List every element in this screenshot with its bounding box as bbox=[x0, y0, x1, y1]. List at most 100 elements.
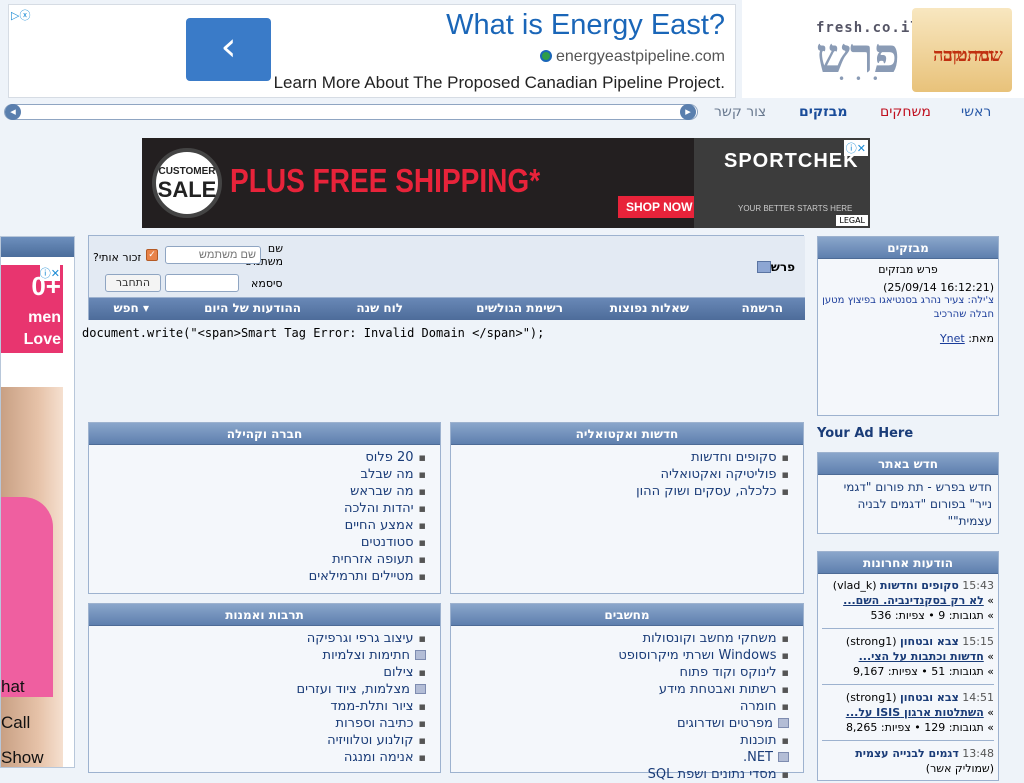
latest-post: 14:51 צבא ובטחון (strong1) » השתלטות ארג… bbox=[822, 690, 994, 741]
ad-domain[interactable]: energyeastpipeline.com bbox=[540, 48, 725, 66]
sportchek-banner-ad[interactable]: CUSTOMER SALE PLUS FREE SHIPPING* SHOP NO… bbox=[142, 138, 870, 228]
flash-source-label: מאת: bbox=[968, 332, 994, 345]
sale-badge: CUSTOMER SALE bbox=[152, 148, 222, 218]
holiday-greeting-badge: שנה טובה ומתוקה bbox=[912, 8, 1012, 92]
forum-tabs: הרשמה שאלות נפוצות רשימת הגולשים לוח שנה… bbox=[89, 298, 805, 320]
forum-link[interactable]: ▪לינוקס וקוד פתוח bbox=[451, 664, 789, 681]
forum-home-icon bbox=[756, 261, 771, 273]
site-header-logo[interactable]: fresh.co.il פרש • • • שנה טובה ומתוקה bbox=[742, 0, 1024, 98]
ad-close-icon[interactable]: ⓘ✕ bbox=[843, 140, 868, 156]
post-user[interactable]: (שמוליק אשר) bbox=[822, 761, 994, 776]
brand-tagline: YOUR BETTER STARTS HERE bbox=[738, 204, 853, 213]
tab-members-list[interactable]: רשימת הגולשים bbox=[476, 301, 563, 315]
password-input[interactable] bbox=[165, 274, 239, 292]
forum-link[interactable]: ▪רשתות ואבטחת מידע bbox=[451, 681, 789, 698]
subforum-link[interactable]: מצלמות, ציוד ועזרים bbox=[89, 681, 426, 698]
forum-link[interactable]: ▪מה שבלב bbox=[89, 466, 426, 483]
left-ad-choices-icon[interactable]: ⓘ✕ bbox=[39, 265, 60, 281]
your-ad-here-link[interactable]: Your Ad Here bbox=[817, 426, 913, 441]
sale-badge-top: CUSTOMER bbox=[158, 166, 216, 177]
login-button[interactable]: התחבר bbox=[105, 274, 161, 292]
post-time: 15:15 bbox=[962, 635, 994, 648]
forum-link[interactable]: ▪כלכלה, עסקים ושוק ההון bbox=[451, 483, 789, 500]
left-skyscraper-ad[interactable]: 0+ men Love ⓘ✕ hat Call Show bbox=[0, 236, 75, 768]
remember-me-label: זכור אותי? bbox=[93, 251, 142, 264]
nav-home-link[interactable]: ראשי bbox=[961, 104, 991, 120]
forum-link[interactable]: ▪צילום bbox=[89, 664, 426, 681]
post-title-link[interactable]: חדשות וכתבות על הצי... bbox=[859, 650, 984, 663]
forum-link[interactable]: ▪אמצע החיים bbox=[89, 517, 426, 534]
tab-register[interactable]: הרשמה bbox=[742, 301, 784, 315]
tab-search[interactable]: חפש ▾ bbox=[114, 301, 149, 315]
forum-title: פרש bbox=[753, 260, 795, 274]
ad-arrow-button[interactable]: ‹ bbox=[186, 18, 271, 81]
forum-link[interactable]: ▪יהדות והלכה bbox=[89, 500, 426, 517]
ad-title[interactable]: What is Energy East? bbox=[446, 9, 725, 42]
latest-post: 15:43 סקופים וחדשות (vlad_k) » לא רק בסק… bbox=[822, 578, 994, 629]
post-title-link[interactable]: השתלטות ארגון ISIS על... bbox=[846, 706, 984, 719]
ad-domain-text: energyeastpipeline.com bbox=[556, 48, 725, 65]
post-forum-link[interactable]: צבא ובטחון bbox=[900, 635, 959, 648]
forum-link[interactable]: ▪כתיבה וספרות bbox=[89, 715, 426, 732]
forum-link[interactable]: ▪קולנוע וטלוויזיה bbox=[89, 732, 426, 749]
tab-calendar[interactable]: לוח שנה bbox=[356, 301, 403, 315]
flash-news-link[interactable]: צ'ילה: צעיר נהרג בסנטיאגו בפיצוץ מטען חב… bbox=[818, 294, 998, 322]
ad-choices-icon[interactable]: ▷ⓧ bbox=[11, 7, 30, 23]
nav-games-link[interactable]: משחקים bbox=[880, 104, 931, 120]
forum-link[interactable]: ▪עיצוב גרפי וגרפיקה bbox=[89, 630, 426, 647]
forum-link[interactable]: ▪אנימה ומנגה bbox=[89, 749, 426, 766]
forum-link[interactable]: ▪20 פלוס bbox=[89, 449, 426, 466]
news-ticker-track[interactable] bbox=[4, 104, 698, 120]
post-time: 14:51 bbox=[962, 691, 994, 704]
post-forum-link[interactable]: צבא ובטחון bbox=[900, 691, 959, 704]
forum-link[interactable]: ▪משחקי מחשב וקונסולות bbox=[451, 630, 789, 647]
post-forum-link[interactable]: סקופים וחדשות bbox=[880, 579, 959, 592]
subforum-icon bbox=[415, 650, 426, 660]
post-stats: » תגובות: 9 • צפיות: 536 bbox=[870, 609, 994, 622]
tab-faq[interactable]: שאלות נפוצות bbox=[610, 301, 689, 315]
flash-news-date: (25/09/14 16:12:21) bbox=[883, 281, 994, 294]
remember-me-checkbox[interactable]: ✓ bbox=[146, 249, 158, 261]
post-user[interactable]: (vlad_k) bbox=[833, 579, 877, 592]
forum-link[interactable]: ▪תוכנות bbox=[451, 732, 789, 749]
password-label: סיסמא bbox=[251, 277, 283, 290]
forum-link[interactable]: ▪תעופה אזרחית bbox=[89, 551, 426, 568]
forum-link[interactable]: ▪Windows ושרתי מיקרוסופט bbox=[451, 647, 789, 664]
ticker-next-button[interactable]: ▸ bbox=[680, 104, 696, 120]
post-time: 15:43 bbox=[962, 579, 994, 592]
forum-link[interactable]: ▪חומרה bbox=[451, 698, 789, 715]
new-on-site-link[interactable]: חדש בפרש - תת פורום "דגמי נייר" בפורום "… bbox=[818, 475, 998, 534]
post-forum-link[interactable]: דגמים לבנייה עצמית bbox=[855, 747, 959, 760]
left-ad-label-hat: hat bbox=[1, 677, 25, 696]
ad-description[interactable]: Learn More About The Proposed Canadian P… bbox=[274, 73, 725, 93]
flash-source-link[interactable]: Ynet bbox=[940, 332, 965, 345]
post-time: 13:48 bbox=[962, 747, 994, 760]
forum-link[interactable]: ▪מטיילים ותרמילאים bbox=[89, 568, 426, 585]
forum-link[interactable]: ▪סטודנטים bbox=[89, 534, 426, 551]
left-ad-label-call: Call bbox=[1, 713, 31, 732]
tab-todays-posts[interactable]: ההודעות של היום bbox=[204, 301, 301, 315]
subforum-link[interactable]: מפרטים ושדרוגים bbox=[451, 715, 789, 732]
smart-tag-error: document.write("<span>Smart Tag Error: I… bbox=[82, 326, 545, 340]
forum-link[interactable]: ▪פוליטיקה ואקטואליה bbox=[451, 466, 789, 483]
subforum-link[interactable]: חתימות וצלמיות bbox=[89, 647, 426, 664]
shop-now-button[interactable]: SHOP NOW bbox=[618, 196, 701, 218]
subforum-icon bbox=[778, 718, 789, 728]
nav-contact-link[interactable]: צור קשר bbox=[714, 104, 766, 120]
subforum-link[interactable]: NET. bbox=[451, 749, 789, 766]
post-user[interactable]: (strong1) bbox=[846, 635, 897, 648]
post-title-link[interactable]: לא רק בסקנדינביה. השם... bbox=[843, 594, 984, 607]
forum-link[interactable]: ▪סקופים וחדשות bbox=[451, 449, 789, 466]
username-input[interactable] bbox=[165, 246, 261, 264]
forum-box-news: חדשות ואקטואליה ▪סקופים וחדשות ▪פוליטיקה… bbox=[450, 422, 804, 594]
post-user[interactable]: (strong1) bbox=[846, 691, 897, 704]
ticker-prev-button[interactable]: ◂ bbox=[5, 104, 21, 120]
forum-link[interactable]: ▪ציור ותלת-ממד bbox=[89, 698, 426, 715]
forum-link[interactable]: ▪מה שבראש bbox=[89, 483, 426, 500]
login-panel: פרש שם משתמש ✓ זכור אותי? סיסמא התחבר הר… bbox=[88, 235, 805, 320]
legal-label[interactable]: LEGAL bbox=[836, 215, 868, 226]
forum-link[interactable]: ▪מסדי נתונים ושפת SQL bbox=[451, 766, 789, 783]
flash-news-box: מבזקים פרש מבזקים (25/09/14 16:12:21) צ'… bbox=[817, 236, 999, 416]
top-banner-ad[interactable]: ▷ⓧ ‹ What is Energy East? energyeastpipe… bbox=[8, 4, 736, 98]
nav-deals-link[interactable]: מבזקים bbox=[799, 104, 847, 120]
